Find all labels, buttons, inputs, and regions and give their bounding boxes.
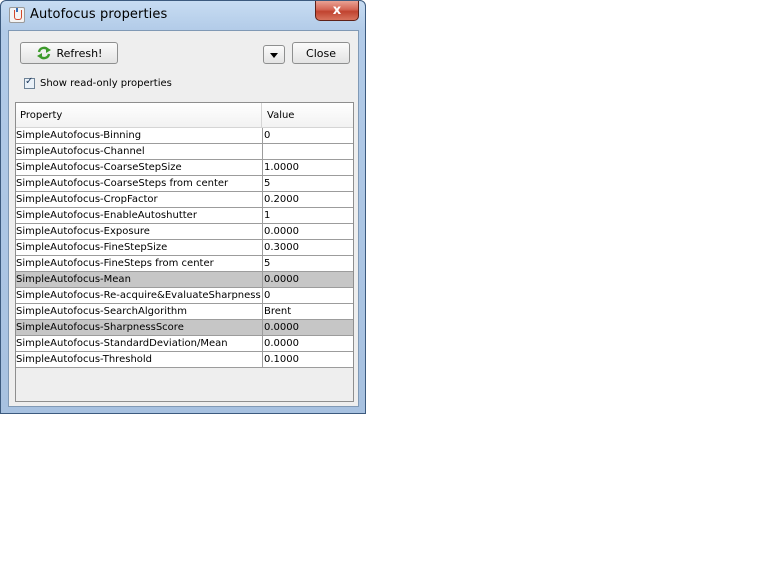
- table-row[interactable]: SimpleAutofocus-SharpnessScore 0.0000: [16, 320, 353, 336]
- property-value-cell[interactable]: 5: [262, 256, 353, 271]
- table-row[interactable]: SimpleAutofocus-FineStepSize 0.3000: [16, 240, 353, 256]
- property-name-cell: SimpleAutofocus-CropFactor: [16, 194, 158, 205]
- property-value-cell[interactable]: Brent: [262, 304, 353, 319]
- java-app-icon: [9, 7, 25, 23]
- show-readonly-checkbox[interactable]: [24, 76, 35, 89]
- show-readonly-label[interactable]: Show read-only properties: [40, 78, 172, 89]
- table-empty-area: [16, 368, 353, 401]
- property-name-cell: SimpleAutofocus-Re-acquire&EvaluateSharp…: [16, 290, 261, 301]
- table-row[interactable]: SimpleAutofocus-SearchAlgorithm Brent: [16, 304, 353, 320]
- close-button[interactable]: Close: [292, 42, 350, 64]
- property-value-cell[interactable]: [262, 144, 353, 159]
- property-value-cell[interactable]: 1: [262, 208, 353, 223]
- property-name-cell: SimpleAutofocus-StandardDeviation/Mean: [16, 338, 228, 349]
- refresh-arrows-icon: [36, 46, 52, 60]
- window-close-button[interactable]: x: [315, 1, 359, 21]
- property-value-cell[interactable]: 0.0000: [262, 320, 353, 335]
- property-name-cell: SimpleAutofocus-Mean: [16, 274, 131, 285]
- property-name-cell: SimpleAutofocus-Channel: [16, 146, 145, 157]
- property-value-cell[interactable]: 0: [262, 128, 353, 143]
- window-title: Autofocus properties: [30, 7, 168, 22]
- column-header-value[interactable]: Value: [267, 103, 294, 127]
- property-name-cell: SimpleAutofocus-CoarseStepSize: [16, 162, 182, 173]
- table-row[interactable]: SimpleAutofocus-CoarseStepSize 1.0000: [16, 160, 353, 176]
- property-name-cell: SimpleAutofocus-Binning: [16, 130, 142, 141]
- column-header-property[interactable]: Property: [20, 103, 62, 127]
- table-row[interactable]: SimpleAutofocus-Binning 0: [16, 128, 353, 144]
- property-name-cell: SimpleAutofocus-SharpnessScore: [16, 322, 184, 333]
- autofocus-properties-window: Autofocus properties x Refresh! Close Sh…: [0, 0, 366, 414]
- property-value-cell[interactable]: 0: [262, 288, 353, 303]
- table-body: SimpleAutofocus-Binning 0 SimpleAutofocus-…: [16, 128, 353, 368]
- property-value-cell[interactable]: 0.3000: [262, 240, 353, 255]
- refresh-button-label: Refresh!: [56, 46, 103, 60]
- property-name-cell: SimpleAutofocus-Threshold: [16, 354, 153, 365]
- property-value-cell[interactable]: 0.2000: [262, 192, 353, 207]
- table-row[interactable]: SimpleAutofocus-Channel: [16, 144, 353, 160]
- dialog-content: Refresh! Close Show read-only properties…: [8, 30, 359, 407]
- refresh-button[interactable]: Refresh!: [20, 42, 118, 64]
- table-row[interactable]: SimpleAutofocus-CoarseSteps from center 5: [16, 176, 353, 192]
- property-value-cell[interactable]: 5: [262, 176, 353, 191]
- property-value-cell[interactable]: 0.0000: [262, 272, 353, 287]
- properties-table: Property Value SimpleAutofocus-Binning 0 S…: [15, 102, 354, 402]
- options-dropdown-button[interactable]: [263, 45, 285, 64]
- table-row[interactable]: SimpleAutofocus-Exposure 0.0000: [16, 224, 353, 240]
- property-name-cell: SimpleAutofocus-FineStepSize: [16, 242, 168, 253]
- table-row[interactable]: SimpleAutofocus-FineSteps from center 5: [16, 256, 353, 272]
- table-row[interactable]: SimpleAutofocus-CropFactor 0.2000: [16, 192, 353, 208]
- property-value-cell[interactable]: 0.1000: [262, 352, 353, 367]
- property-name-cell: SimpleAutofocus-CoarseSteps from center: [16, 178, 229, 189]
- property-name-cell: SimpleAutofocus-EnableAutoshutter: [16, 210, 197, 221]
- chevron-down-icon: [270, 48, 278, 61]
- property-name-cell: SimpleAutofocus-Exposure: [16, 226, 150, 237]
- property-value-cell[interactable]: 1.0000: [262, 160, 353, 175]
- property-value-cell[interactable]: 0.0000: [262, 336, 353, 351]
- property-name-cell: SimpleAutofocus-FineSteps from center: [16, 258, 214, 269]
- property-name-cell: SimpleAutofocus-SearchAlgorithm: [16, 306, 187, 317]
- table-row[interactable]: SimpleAutofocus-Mean 0.0000: [16, 272, 353, 288]
- table-row[interactable]: SimpleAutofocus-EnableAutoshutter 1: [16, 208, 353, 224]
- table-row[interactable]: SimpleAutofocus-StandardDeviation/Mean 0.…: [16, 336, 353, 352]
- table-row[interactable]: SimpleAutofocus-Re-acquire&EvaluateSharp…: [16, 288, 353, 304]
- table-row[interactable]: SimpleAutofocus-Threshold 0.1000: [16, 352, 353, 368]
- column-resize-handle[interactable]: [261, 103, 262, 127]
- table-header: Property Value: [16, 103, 353, 128]
- property-value-cell[interactable]: 0.0000: [262, 224, 353, 239]
- show-readonly-option[interactable]: Show read-only properties: [24, 76, 172, 89]
